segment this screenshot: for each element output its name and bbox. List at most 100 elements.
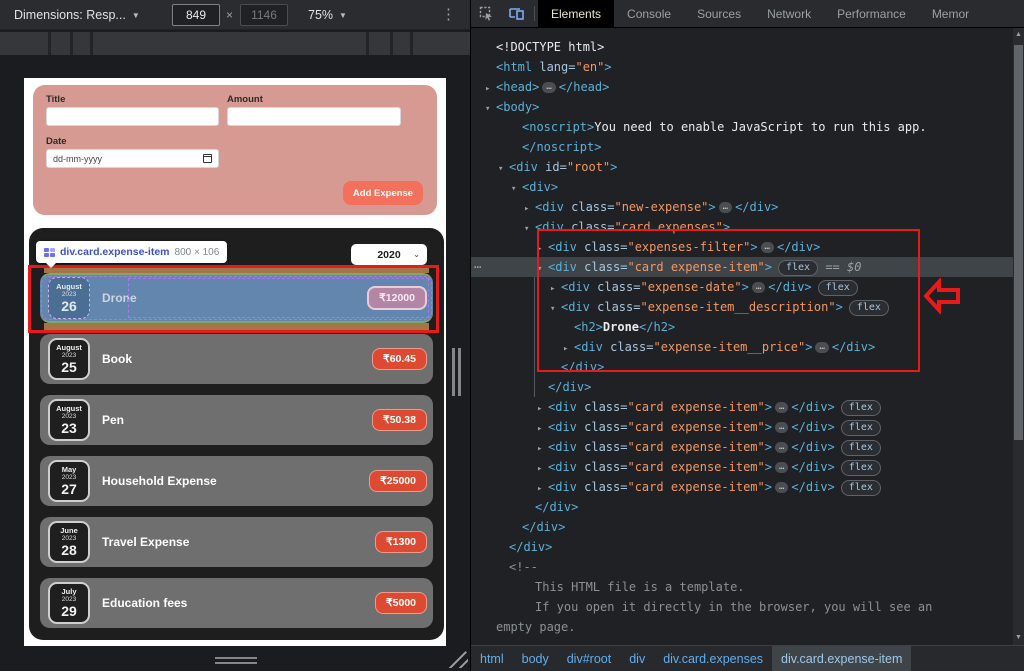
ellipsis-button[interactable]: … bbox=[761, 242, 774, 253]
flex-badge[interactable]: flex bbox=[818, 280, 858, 296]
dom-tree-row[interactable]: </noscript> bbox=[471, 137, 1024, 157]
flex-badge[interactable]: flex bbox=[841, 420, 881, 436]
media-query-segment[interactable] bbox=[93, 32, 366, 55]
tab-elements[interactable]: Elements bbox=[538, 0, 614, 27]
collapse-arrow-icon[interactable]: ▾ bbox=[550, 299, 561, 319]
flex-badge[interactable]: flex bbox=[849, 300, 889, 316]
dom-tree-row[interactable]: If you open it directly in the browser, … bbox=[471, 597, 1024, 617]
height-input[interactable] bbox=[240, 4, 288, 26]
dom-tree-row[interactable]: ▾<div> bbox=[471, 177, 1024, 197]
collapse-arrow-icon[interactable]: ▾ bbox=[524, 219, 535, 239]
breadcrumb-div#root[interactable]: div#root bbox=[558, 646, 620, 671]
flex-badge[interactable]: flex bbox=[841, 440, 881, 456]
tab-sources[interactable]: Sources bbox=[684, 0, 754, 27]
media-query-segment[interactable] bbox=[369, 32, 390, 55]
dom-tree-row[interactable]: This HTML file is a template. bbox=[471, 577, 1024, 597]
zoom-dropdown[interactable]: 75%▼ bbox=[308, 8, 347, 22]
ellipsis-button[interactable]: … bbox=[775, 442, 788, 453]
collapse-arrow-icon[interactable]: ▾ bbox=[511, 179, 522, 199]
dom-tree-row[interactable]: ⋯▾<div class="card expense-item">flex ==… bbox=[471, 257, 1024, 277]
dom-tree-row[interactable]: ▸<div class="expense-item__price">…</div… bbox=[471, 337, 1024, 357]
expand-arrow-icon[interactable]: ▸ bbox=[485, 79, 496, 99]
dom-tree-row[interactable]: </div> bbox=[471, 357, 1024, 377]
dom-tree-row[interactable]: ▾<div id="root"> bbox=[471, 157, 1024, 177]
breadcrumb-html[interactable]: html bbox=[471, 646, 513, 671]
scroll-up-icon[interactable]: ▲ bbox=[1013, 30, 1024, 40]
title-input[interactable] bbox=[46, 107, 219, 126]
dom-tree-row[interactable]: ▸<div class="card expense-item">…</div>f… bbox=[471, 477, 1024, 497]
viewport-resize-handle-bottom[interactable] bbox=[215, 657, 257, 666]
ellipsis-button[interactable]: … bbox=[815, 342, 828, 353]
media-query-segment[interactable] bbox=[413, 32, 470, 55]
viewport-resize-handle-right[interactable] bbox=[452, 348, 462, 396]
breadcrumb-body[interactable]: body bbox=[513, 646, 558, 671]
amount-input[interactable] bbox=[227, 107, 401, 126]
flex-badge[interactable]: flex bbox=[841, 460, 881, 476]
dom-tree-row[interactable]: <h2>Drone</h2> bbox=[471, 317, 1024, 337]
dom-tree-row[interactable]: ▸<div class="card expense-item">…</div>f… bbox=[471, 457, 1024, 477]
more-options-icon[interactable]: ⋮ bbox=[441, 5, 456, 23]
expand-arrow-icon[interactable]: ▸ bbox=[563, 339, 574, 359]
expand-arrow-icon[interactable]: ▸ bbox=[537, 479, 548, 499]
ellipsis-button[interactable]: … bbox=[775, 482, 788, 493]
dom-tree-row[interactable]: ▸<div class="card expense-item">…</div>f… bbox=[471, 437, 1024, 457]
calendar-icon[interactable] bbox=[203, 154, 212, 163]
dom-tree-row[interactable]: </div> bbox=[471, 497, 1024, 517]
expand-arrow-icon[interactable]: ▸ bbox=[537, 459, 548, 479]
ellipsis-button[interactable]: … bbox=[542, 82, 555, 93]
media-query-segment[interactable] bbox=[393, 32, 410, 55]
scrollbar[interactable]: ▲ ▼ bbox=[1013, 28, 1024, 645]
tab-performance[interactable]: Performance bbox=[824, 0, 919, 27]
flex-badge[interactable]: flex bbox=[778, 260, 818, 276]
dom-tree-row[interactable]: <!-- bbox=[471, 557, 1024, 577]
dom-tree-row[interactable]: ▾<body> bbox=[471, 97, 1024, 117]
dom-tree-row[interactable]: <html lang="en"> bbox=[471, 57, 1024, 77]
media-query-segment[interactable] bbox=[73, 32, 90, 55]
ellipsis-button[interactable]: … bbox=[775, 462, 788, 473]
dom-tree-row[interactable]: ▸<div class="expenses-filter">…</div> bbox=[471, 237, 1024, 257]
media-query-bar[interactable] bbox=[0, 32, 470, 55]
expand-arrow-icon[interactable]: ▸ bbox=[537, 399, 548, 419]
expand-arrow-icon[interactable]: ▸ bbox=[550, 279, 561, 299]
collapse-arrow-icon[interactable]: ▾ bbox=[498, 159, 509, 179]
media-query-segment[interactable] bbox=[51, 32, 70, 55]
scrollbar-thumb[interactable] bbox=[1014, 45, 1023, 440]
scroll-down-icon[interactable]: ▼ bbox=[1013, 633, 1024, 643]
expand-arrow-icon[interactable]: ▸ bbox=[537, 239, 548, 259]
collapse-arrow-icon[interactable]: ▾ bbox=[537, 259, 548, 279]
dom-tree-row[interactable]: ▸<head>…</head> bbox=[471, 77, 1024, 97]
dom-tree-row[interactable]: ▾<div class="expense-item__description">… bbox=[471, 297, 1024, 317]
tab-console[interactable]: Console bbox=[614, 0, 684, 27]
flex-badge[interactable]: flex bbox=[841, 480, 881, 496]
collapse-arrow-icon[interactable]: ▾ bbox=[485, 99, 496, 119]
dom-tree-row[interactable]: ▾<div class="card expenses"> bbox=[471, 217, 1024, 237]
width-input[interactable] bbox=[172, 4, 220, 26]
dom-tree-row[interactable]: ▸<div class="new-expense">…</div> bbox=[471, 197, 1024, 217]
media-query-segment[interactable] bbox=[0, 32, 48, 55]
dom-tree-row[interactable]: <!DOCTYPE html> bbox=[471, 37, 1024, 57]
add-expense-button[interactable]: Add Expense bbox=[343, 181, 423, 205]
breadcrumb-div.card.expenses[interactable]: div.card.expenses bbox=[654, 646, 772, 671]
tab-memor[interactable]: Memor bbox=[919, 0, 982, 27]
ellipsis-button[interactable]: … bbox=[775, 402, 788, 413]
ellipsis-button[interactable]: … bbox=[752, 282, 765, 293]
expand-arrow-icon[interactable]: ▸ bbox=[537, 439, 548, 459]
inspect-element-icon[interactable] bbox=[471, 0, 501, 27]
tab-network[interactable]: Network bbox=[754, 0, 824, 27]
ellipsis-button[interactable]: … bbox=[775, 422, 788, 433]
flex-badge[interactable]: flex bbox=[841, 400, 881, 416]
expand-arrow-icon[interactable]: ▸ bbox=[524, 199, 535, 219]
dom-tree-row[interactable]: ▸<div class="card expense-item">…</div>f… bbox=[471, 397, 1024, 417]
ellipsis-button[interactable]: … bbox=[719, 202, 732, 213]
breadcrumb-div[interactable]: div bbox=[620, 646, 654, 671]
expand-arrow-icon[interactable]: ▸ bbox=[537, 419, 548, 439]
dimensions-dropdown[interactable]: Dimensions: Resp...▼ bbox=[14, 8, 140, 22]
date-input[interactable]: dd-mm-yyyy bbox=[46, 149, 219, 168]
viewport-resize-handle-corner[interactable] bbox=[446, 648, 468, 668]
dom-tree-row[interactable]: empty page. bbox=[471, 617, 1024, 637]
dom-tree-row[interactable]: </div> bbox=[471, 377, 1024, 397]
breadcrumb-div.card.expense-item[interactable]: div.card.expense-item bbox=[772, 646, 911, 671]
device-toolbar-icon[interactable] bbox=[501, 0, 531, 27]
year-filter-select[interactable]: 2020 ⌄ bbox=[351, 244, 427, 265]
dom-tree-row[interactable]: ▸<div class="expense-date">…</div>flex bbox=[471, 277, 1024, 297]
